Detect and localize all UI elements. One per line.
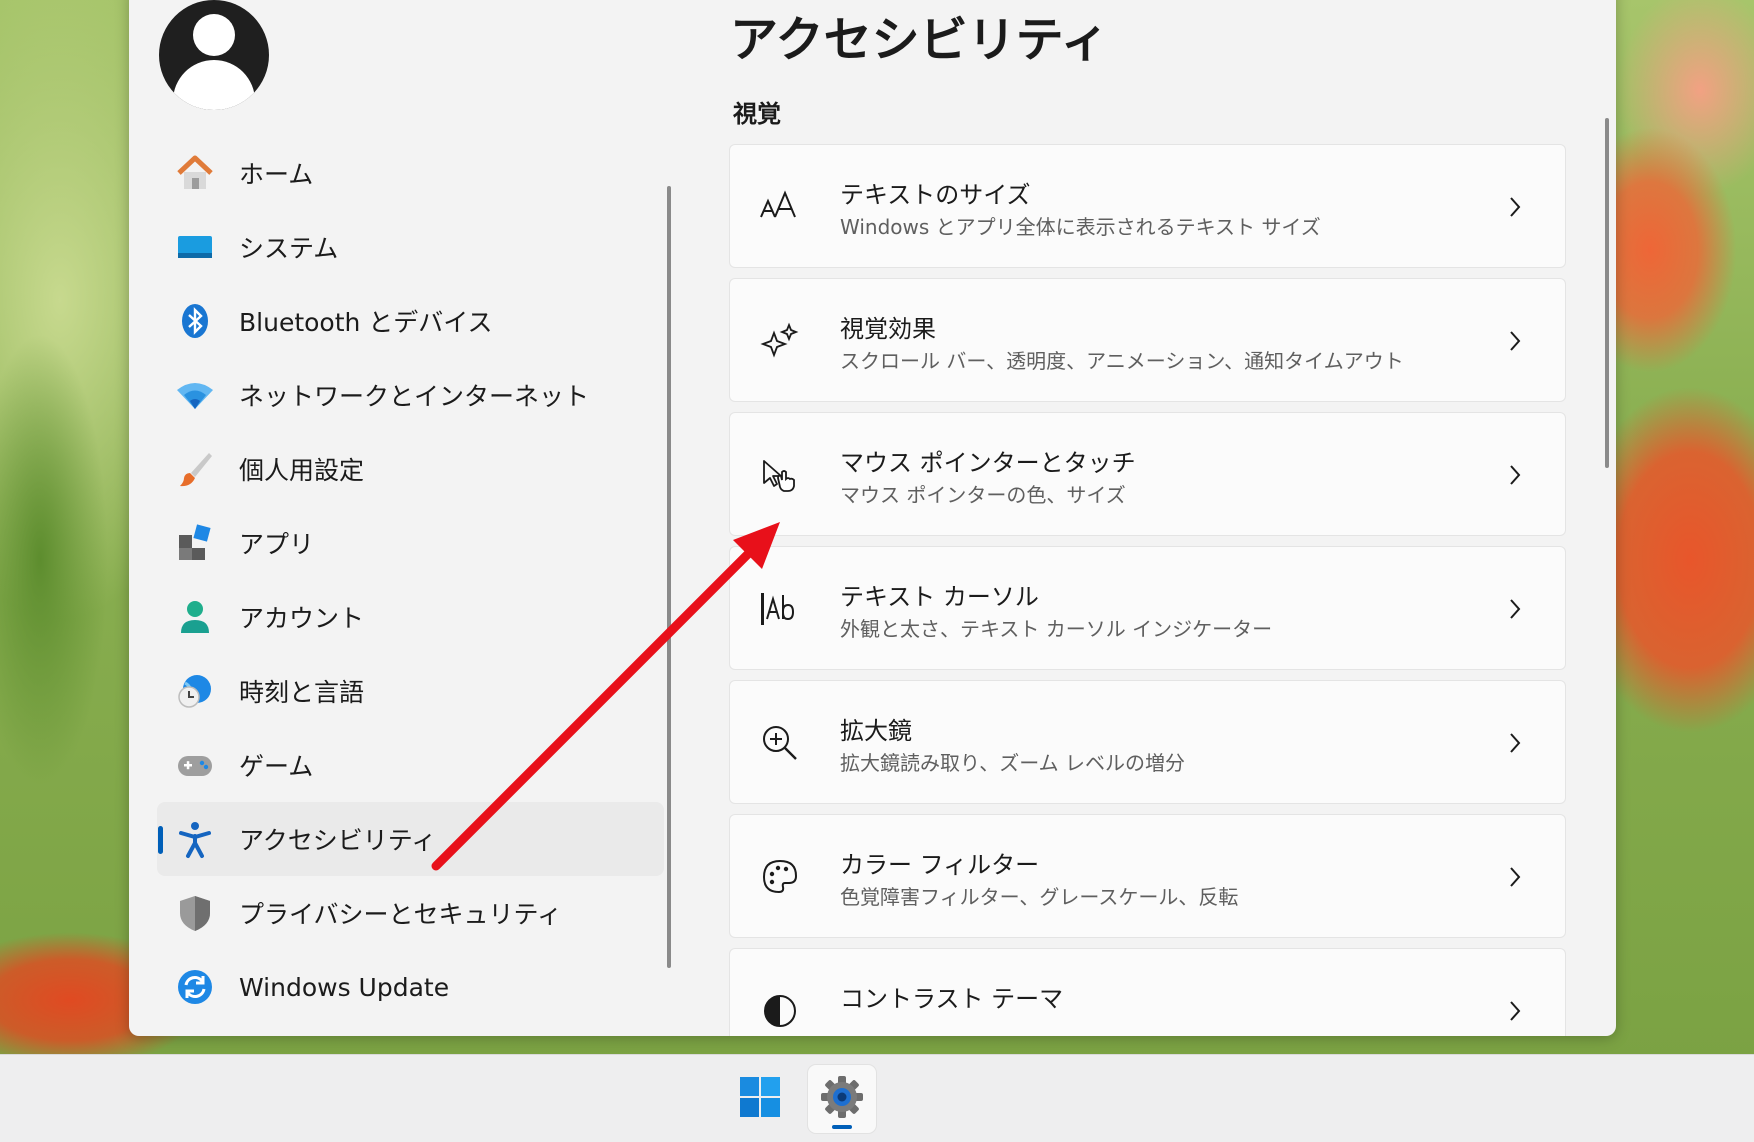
sidebar-nav: ホーム システム Bluetooth とデバイス ネットワークとインターネット bbox=[157, 136, 797, 1024]
setting-card-magnifier[interactable]: 拡大鏡 拡大鏡読み取り、ズーム レベルの増分 bbox=[729, 680, 1566, 804]
card-title: カラー フィルター bbox=[840, 851, 1040, 879]
account-icon bbox=[173, 595, 217, 639]
settings-app-button[interactable] bbox=[808, 1065, 876, 1133]
sidebar-item-home[interactable]: ホーム bbox=[157, 136, 664, 210]
card-title: テキスト カーソル bbox=[840, 583, 1039, 611]
setting-card-color-filters[interactable]: カラー フィルター 色覚障害フィルター、グレースケール、反転 bbox=[729, 814, 1566, 938]
bluetooth-icon bbox=[173, 299, 217, 343]
card-title: マウス ポインターとタッチ bbox=[840, 449, 1136, 477]
taskbar bbox=[0, 1054, 1754, 1142]
settings-gear-icon bbox=[818, 1073, 866, 1125]
time-language-icon bbox=[173, 669, 217, 713]
chevron-right-icon bbox=[1501, 459, 1529, 491]
text-size-icon bbox=[758, 185, 802, 229]
card-description: 拡大鏡読み取り、ズーム レベルの増分 bbox=[840, 751, 1185, 775]
sidebar-item-label: プライバシーとセキュリティ bbox=[239, 900, 563, 929]
wifi-icon bbox=[173, 373, 217, 417]
windows-start-icon bbox=[738, 1075, 782, 1123]
chevron-right-icon bbox=[1501, 727, 1529, 759]
sidebar-item-gaming[interactable]: ゲーム bbox=[157, 728, 664, 802]
sidebar-scrollbar[interactable] bbox=[667, 186, 671, 968]
system-display-icon bbox=[173, 225, 217, 269]
contrast-icon bbox=[758, 989, 802, 1033]
sidebar-item-label: ホーム bbox=[239, 160, 314, 189]
sidebar-item-label: 時刻と言語 bbox=[239, 678, 365, 707]
sidebar-item-label: アカウント bbox=[239, 604, 365, 633]
card-description: 外観と太さ、テキスト カーソル インジケーター bbox=[840, 617, 1273, 641]
sidebar-item-windows-update[interactable]: Windows Update bbox=[157, 950, 664, 1024]
card-description: マウス ポインターの色、サイズ bbox=[840, 483, 1126, 507]
setting-card-visual-effects[interactable]: 視覚効果 スクロール バー、透明度、アニメーション、通知タイムアウト bbox=[729, 278, 1566, 402]
card-title: 拡大鏡 bbox=[840, 717, 912, 745]
card-description: Windows とアプリ全体に表示されるテキスト サイズ bbox=[840, 215, 1321, 239]
sidebar-item-label: ネットワークとインターネット bbox=[239, 382, 590, 411]
page-title: アクセシビリティ bbox=[730, 12, 1109, 68]
running-indicator bbox=[832, 1125, 852, 1129]
card-title: テキストのサイズ bbox=[840, 181, 1031, 209]
content-scrollbar[interactable] bbox=[1605, 118, 1609, 468]
sparkle-icon bbox=[758, 319, 802, 363]
sidebar-item-privacy[interactable]: プライバシーとセキュリティ bbox=[157, 876, 664, 950]
card-title: 視覚効果 bbox=[840, 315, 936, 343]
setting-card-mouse-pointer-touch[interactable]: マウス ポインターとタッチ マウス ポインターの色、サイズ bbox=[729, 412, 1566, 536]
update-icon bbox=[173, 965, 217, 1009]
settings-window: ホーム システム Bluetooth とデバイス ネットワークとインターネット bbox=[129, 0, 1616, 1036]
home-icon bbox=[173, 151, 217, 195]
sidebar-item-label: 個人用設定 bbox=[239, 456, 365, 485]
accessibility-icon bbox=[173, 817, 217, 861]
sidebar-item-personalization[interactable]: 個人用設定 bbox=[157, 432, 664, 506]
setting-card-text-size[interactable]: テキストのサイズ Windows とアプリ全体に表示されるテキスト サイズ bbox=[729, 144, 1566, 268]
pointer-touch-icon bbox=[758, 453, 802, 497]
apps-icon bbox=[173, 521, 217, 565]
sidebar-item-time-language[interactable]: 時刻と言語 bbox=[157, 654, 664, 728]
sidebar-item-label: Windows Update bbox=[239, 972, 450, 1002]
sidebar-item-accounts[interactable]: アカウント bbox=[157, 580, 664, 654]
setting-card-contrast-themes[interactable]: コントラスト テーマ bbox=[729, 948, 1566, 1036]
gamepad-icon bbox=[173, 743, 217, 787]
setting-card-text-cursor[interactable]: テキスト カーソル 外観と太さ、テキスト カーソル インジケーター bbox=[729, 546, 1566, 670]
card-description: 色覚障害フィルター、グレースケール、反転 bbox=[840, 885, 1239, 909]
avatar[interactable] bbox=[159, 0, 269, 110]
sidebar-item-system[interactable]: システム bbox=[157, 210, 664, 284]
chevron-right-icon bbox=[1501, 593, 1529, 625]
shield-icon bbox=[173, 891, 217, 935]
card-title: コントラスト テーマ bbox=[840, 985, 1064, 1013]
start-button[interactable] bbox=[726, 1065, 794, 1133]
sidebar-item-accessibility[interactable]: アクセシビリティ bbox=[157, 802, 664, 876]
sidebar-item-network[interactable]: ネットワークとインターネット bbox=[157, 358, 664, 432]
sidebar-item-label: システム bbox=[239, 234, 339, 263]
sidebar-item-label: アプリ bbox=[239, 530, 315, 559]
brush-icon bbox=[173, 447, 217, 491]
sidebar-item-apps[interactable]: アプリ bbox=[157, 506, 664, 580]
settings-list: テキストのサイズ Windows とアプリ全体に表示されるテキスト サイズ 視覚… bbox=[729, 144, 1566, 1036]
sidebar-item-bluetooth[interactable]: Bluetooth とデバイス bbox=[157, 284, 664, 358]
magnifier-icon bbox=[758, 721, 802, 765]
sidebar-item-label: Bluetooth とデバイス bbox=[239, 308, 493, 337]
chevron-right-icon bbox=[1501, 861, 1529, 893]
text-cursor-icon bbox=[758, 587, 802, 631]
selection-indicator bbox=[158, 826, 163, 854]
chevron-right-icon bbox=[1501, 191, 1529, 223]
section-title: 視覚 bbox=[733, 100, 781, 128]
sidebar-item-label: アクセシビリティ bbox=[239, 826, 437, 855]
palette-icon bbox=[758, 855, 802, 899]
card-description: スクロール バー、透明度、アニメーション、通知タイムアウト bbox=[840, 349, 1404, 373]
chevron-right-icon bbox=[1501, 995, 1529, 1027]
chevron-right-icon bbox=[1501, 325, 1529, 357]
sidebar-item-label: ゲーム bbox=[239, 752, 314, 781]
